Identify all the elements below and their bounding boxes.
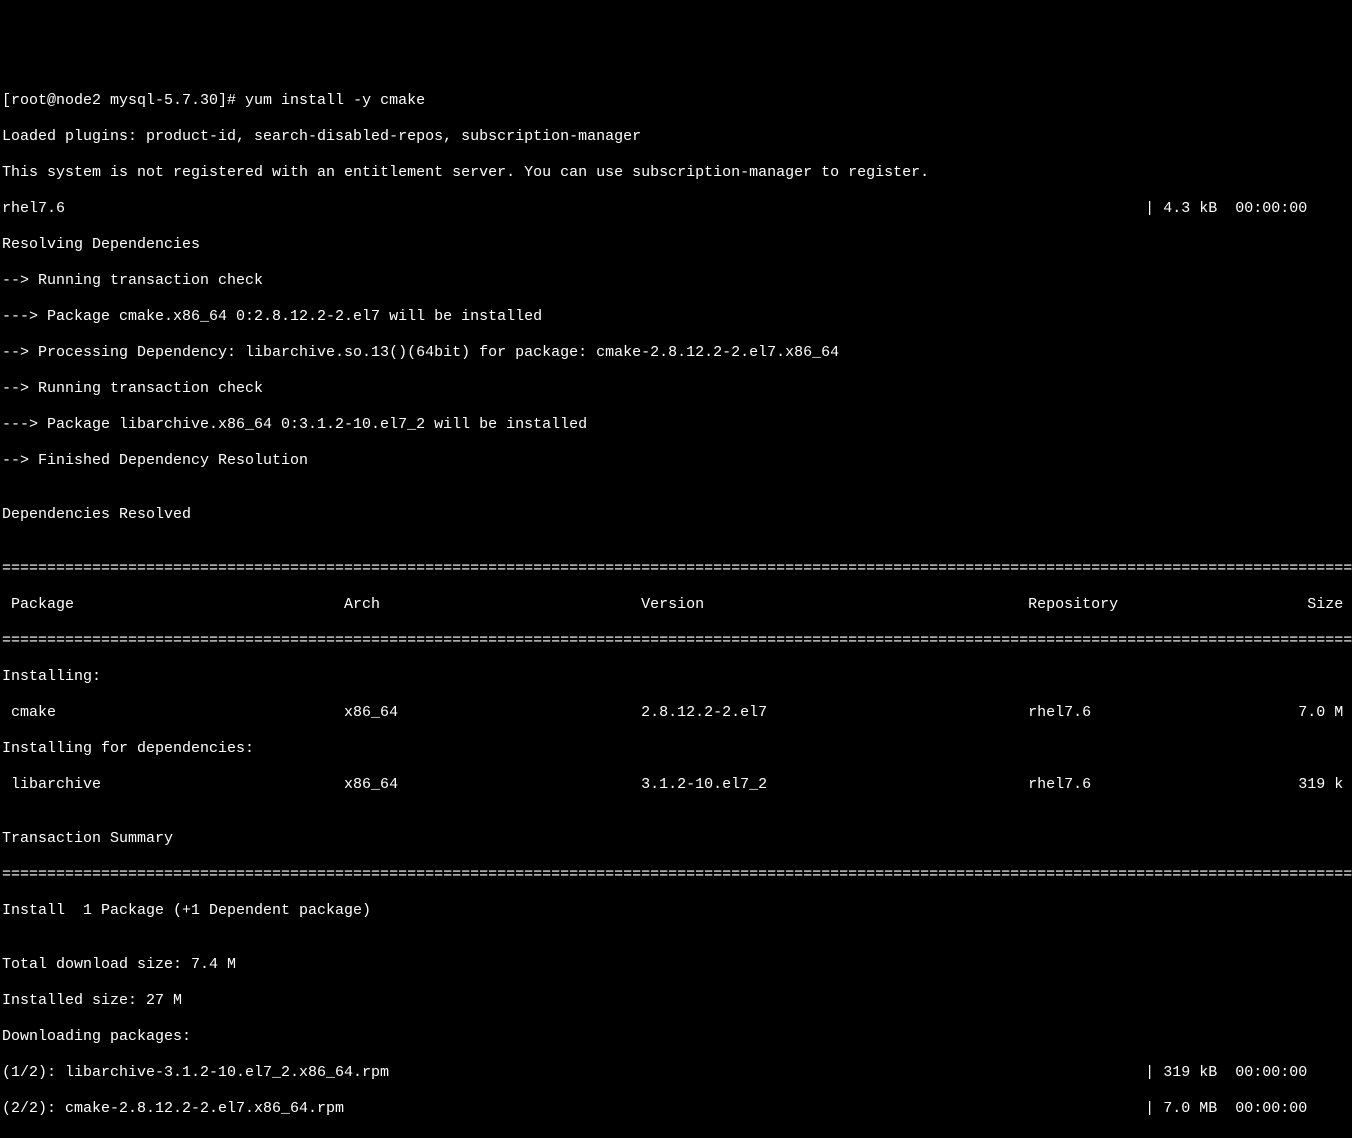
output-line: Install 1 Package (+1 Dependent package) xyxy=(2,902,1352,920)
output-line: Total download size: 7.4 M xyxy=(2,956,1352,974)
output-line: Installing: xyxy=(2,668,1352,686)
prompt-line[interactable]: [root@node2 mysql-5.7.30]# yum install -… xyxy=(2,92,1352,110)
output-line: ---> Package cmake.x86_64 0:2.8.12.2-2.e… xyxy=(2,308,1352,326)
output-line: rhel7.6 | 4.3 kB 00:00:00 xyxy=(2,200,1352,218)
output-line: Resolving Dependencies xyxy=(2,236,1352,254)
terminal-output: [root@node2 mysql-5.7.30]# yum install -… xyxy=(2,74,1352,1138)
table-header: Package Arch Version Repository Size xyxy=(2,596,1352,614)
output-line: Installed size: 27 M xyxy=(2,992,1352,1010)
download-line: (2/2): cmake-2.8.12.2-2.el7.x86_64.rpm |… xyxy=(2,1100,1352,1118)
separator-line: ----------------------------------------… xyxy=(2,1136,1352,1138)
output-line: This system is not registered with an en… xyxy=(2,164,1352,182)
output-line: ---> Package libarchive.x86_64 0:3.1.2-1… xyxy=(2,416,1352,434)
output-line: Downloading packages: xyxy=(2,1028,1352,1046)
download-line: (1/2): libarchive-3.1.2-10.el7_2.x86_64.… xyxy=(2,1064,1352,1082)
output-line: --> Processing Dependency: libarchive.so… xyxy=(2,344,1352,362)
output-line: Loaded plugins: product-id, search-disab… xyxy=(2,128,1352,146)
output-line: --> Running transaction check xyxy=(2,380,1352,398)
output-line: --> Running transaction check xyxy=(2,272,1352,290)
output-line: --> Finished Dependency Resolution xyxy=(2,452,1352,470)
package-row: cmake x86_64 2.8.12.2-2.el7 rhel7.6 7.0 … xyxy=(2,704,1352,722)
command-text: yum install -y cmake xyxy=(245,92,425,109)
output-line: Installing for dependencies: xyxy=(2,740,1352,758)
separator-line: ========================================… xyxy=(2,560,1352,578)
package-row: libarchive x86_64 3.1.2-10.el7_2 rhel7.6… xyxy=(2,776,1352,794)
output-line: Transaction Summary xyxy=(2,830,1352,848)
shell-prompt: [root@node2 mysql-5.7.30]# xyxy=(2,92,245,109)
output-line: Dependencies Resolved xyxy=(2,506,1352,524)
separator-line: ========================================… xyxy=(2,866,1352,884)
separator-line: ========================================… xyxy=(2,632,1352,650)
